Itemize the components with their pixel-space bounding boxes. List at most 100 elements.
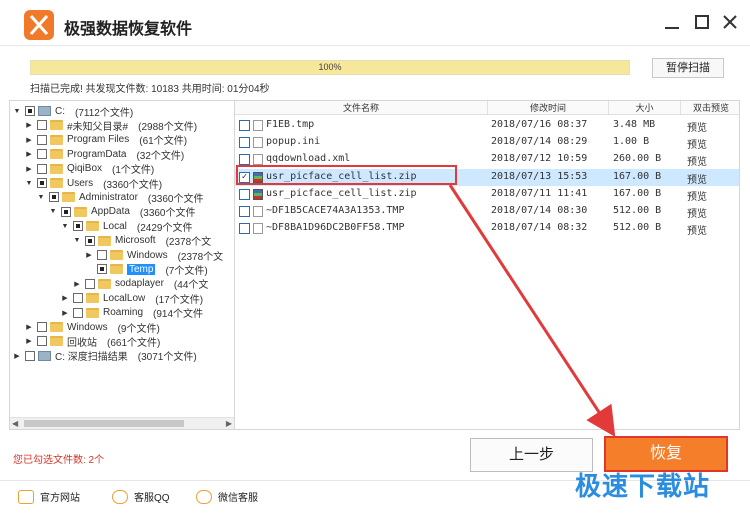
tree-checkbox[interactable] xyxy=(61,206,71,217)
tree-checkbox[interactable] xyxy=(25,106,35,116)
tree-item[interactable]: ▼ C: (7112个文件) xyxy=(12,104,134,119)
tree-checkbox[interactable] xyxy=(49,192,59,203)
file-row[interactable]: usr_picface_cell_list.zip 2018/07/11 11:4… xyxy=(235,186,739,203)
tree-item[interactable]: ▶ Roaming (914个文件 xyxy=(60,306,203,320)
tree-item[interactable]: ▶ LocalLow (17个文件) xyxy=(60,291,203,306)
tree-checkbox[interactable] xyxy=(37,178,47,188)
tree-item[interactable]: ▶ #未知父目录# (2988个文件) xyxy=(24,118,198,133)
file-checkbox[interactable] xyxy=(239,223,250,235)
tree-checkbox[interactable] xyxy=(37,322,47,332)
preview-link[interactable]: 预览 xyxy=(687,205,707,220)
tree-item[interactable]: ▼ Administrator (3360个文件 xyxy=(36,190,204,205)
expand-icon[interactable]: ▶ xyxy=(60,294,70,302)
collapse-icon[interactable]: ▼ xyxy=(60,223,70,230)
collapse-icon[interactable]: ▼ xyxy=(12,108,22,115)
maximize-icon[interactable] xyxy=(690,10,714,34)
tree-item[interactable]: ▶ Program Files (61个文件) xyxy=(24,133,187,147)
tree-item-label: AppData xyxy=(91,206,130,218)
folder-icon xyxy=(50,178,63,188)
expand-icon[interactable]: ▶ xyxy=(24,136,34,144)
collapse-icon[interactable]: ▼ xyxy=(72,237,82,244)
tree-checkbox[interactable] xyxy=(85,235,95,246)
tree-checkbox[interactable] xyxy=(73,221,83,232)
tree-item[interactable]: ▼ AppData (3360个文件 xyxy=(48,205,196,219)
tree-checkbox[interactable] xyxy=(73,307,83,318)
tree-item-count: (2988个文件) xyxy=(138,121,198,133)
tree-checkbox[interactable] xyxy=(37,336,47,347)
column-header-name[interactable]: 文件名称 xyxy=(235,101,488,115)
column-header-date[interactable]: 修改时间 xyxy=(488,101,609,115)
tree-checkbox[interactable] xyxy=(37,120,47,131)
preview-link[interactable]: 预览 xyxy=(687,171,707,186)
preview-link[interactable]: 预览 xyxy=(687,222,707,237)
folder-tree[interactable]: ▼ C: (7112个文件) ▶ #未知父目录# (2988个文件) ▶ Program Fi… xyxy=(9,100,234,430)
tree-checkbox[interactable] xyxy=(37,163,47,174)
tree-item[interactable]: ▼ Local (2429个文件 xyxy=(60,219,193,234)
expand-icon[interactable]: ▶ xyxy=(24,121,34,129)
folder-icon xyxy=(50,149,63,160)
customer-qq-link[interactable]: 客服QQ xyxy=(112,489,170,504)
scroll-thumb[interactable] xyxy=(24,420,184,427)
collapse-icon[interactable]: ▼ xyxy=(24,180,34,187)
column-header-size[interactable]: 大小 xyxy=(609,101,681,115)
collapse-icon[interactable]: ▼ xyxy=(36,194,46,201)
tree-item[interactable]: ▶ QiqiBox (1个文件) xyxy=(24,162,154,176)
tree-item[interactable]: ▶ ProgramData (32个文件) xyxy=(24,147,184,162)
file-row[interactable]: F1EB.tmp 2018/07/16 08:37 3.48 MB 预览 xyxy=(235,117,739,134)
file-icon xyxy=(253,223,263,235)
scroll-right-icon[interactable]: ▶ xyxy=(226,419,232,428)
close-icon[interactable] xyxy=(718,10,742,34)
file-row[interactable]: ~DF8BA1D96DC2B0FF58.TMP 2018/07/14 08:32 5… xyxy=(235,220,739,237)
wechat-service-link[interactable]: 微信客服 xyxy=(196,489,258,504)
preview-link[interactable]: 预览 xyxy=(687,136,707,151)
tree-item[interactable]: ▶ C: 深度扫描结果 (3071个文件) xyxy=(12,349,197,363)
tree-horizontal-scrollbar[interactable]: ◀ ▶ xyxy=(10,417,234,429)
tree-checkbox[interactable] xyxy=(37,134,47,145)
file-date: 2018/07/11 11:41 xyxy=(491,187,588,199)
pause-scan-button[interactable]: 暂停扫描 xyxy=(652,58,724,78)
folder-icon xyxy=(86,293,99,304)
tree-item[interactable]: ▶ Windows (2378个文 xyxy=(84,248,223,263)
tree-checkbox[interactable] xyxy=(85,278,95,289)
expand-icon[interactable]: ▶ xyxy=(84,251,94,259)
tree-item[interactable]: ▼ Users (3360个文件) xyxy=(24,176,163,191)
file-checkbox[interactable] xyxy=(239,188,250,200)
expand-icon[interactable]: ▶ xyxy=(12,352,22,360)
preview-link[interactable]: 预览 xyxy=(687,119,707,134)
tree-item[interactable]: Temp (7个文件) xyxy=(84,262,208,277)
expand-icon[interactable]: ▶ xyxy=(24,165,34,173)
file-checkbox[interactable] xyxy=(239,154,250,166)
file-row[interactable]: popup.ini 2018/07/14 08:29 1.00 B 预览 xyxy=(235,134,739,151)
tree-item[interactable]: ▼ Microsoft (2378个文 xyxy=(72,234,212,248)
file-name: ~DF1B5CACE74A3A1353.TMP xyxy=(266,205,405,216)
tree-checkbox[interactable] xyxy=(73,293,83,304)
tree-item-count: (61个文件) xyxy=(139,136,188,148)
expand-icon[interactable]: ▶ xyxy=(72,280,82,288)
tree-checkbox[interactable] xyxy=(37,149,47,160)
file-checkbox[interactable] xyxy=(239,120,250,131)
folder-icon xyxy=(50,134,63,145)
tree-checkbox[interactable] xyxy=(97,250,107,260)
tree-item[interactable]: ▶ 回收站 (661个文件) xyxy=(24,334,160,349)
tree-checkbox[interactable] xyxy=(97,264,107,275)
minimize-icon[interactable] xyxy=(660,10,684,34)
expand-icon[interactable]: ▶ xyxy=(24,323,34,331)
drive-icon xyxy=(38,350,51,361)
scroll-left-icon[interactable]: ◀ xyxy=(12,419,18,428)
tree-item[interactable]: ▶ Windows (9个文件) xyxy=(24,320,160,335)
folder-icon xyxy=(110,250,123,260)
expand-icon[interactable]: ▶ xyxy=(24,150,34,158)
file-checkbox[interactable] xyxy=(239,137,250,149)
official-website-link[interactable]: 官方网站 xyxy=(18,489,80,504)
expand-icon[interactable]: ▶ xyxy=(24,337,34,345)
tree-checkbox[interactable] xyxy=(25,350,35,361)
file-checkbox[interactable] xyxy=(239,206,250,217)
expand-icon[interactable]: ▶ xyxy=(60,309,70,317)
tree-item[interactable]: ▶ sodaplayer (44个文 xyxy=(72,277,208,291)
column-header-preview[interactable]: 双击预览 xyxy=(681,101,739,115)
collapse-icon[interactable]: ▼ xyxy=(48,208,58,215)
file-row[interactable]: ~DF1B5CACE74A3A1353.TMP 2018/07/14 08:30 5… xyxy=(235,203,739,220)
folder-icon xyxy=(74,206,87,217)
preview-link[interactable]: 预览 xyxy=(687,188,707,203)
preview-link[interactable]: 预览 xyxy=(687,153,707,168)
